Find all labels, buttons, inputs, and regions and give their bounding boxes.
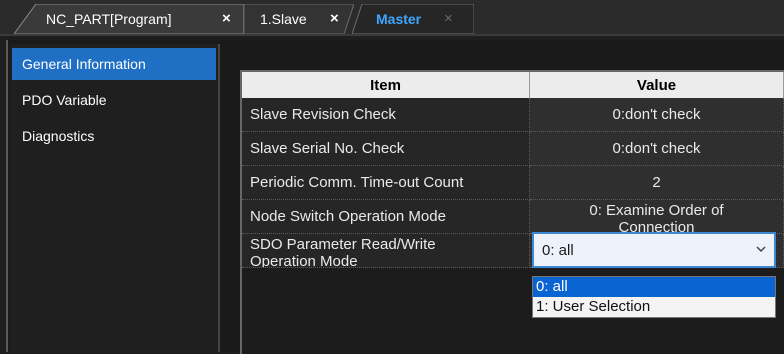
sidebar-item-label: Diagnostics (22, 128, 95, 144)
tab-master[interactable]: Master × (352, 4, 474, 34)
row-value-line: 0: Examine Order of (589, 202, 724, 219)
sidebar-item-label: General Information (22, 56, 146, 72)
tab-strip: NC_PART[Program] × 1.Slave × Master × (0, 0, 784, 36)
combo-dropdown-list: 0: all 1: User Selection (532, 276, 776, 318)
tab-label: Master (376, 11, 422, 27)
dropdown-option-user-selection[interactable]: 1: User Selection (533, 297, 775, 317)
row-item-line: SDO Parameter Read/Write (250, 236, 436, 253)
tab-label: NC_PART[Program] (46, 11, 172, 27)
grid-header: Item Value (242, 72, 784, 98)
tab-nc-part-program[interactable]: NC_PART[Program] × (14, 4, 244, 34)
close-icon[interactable]: × (222, 10, 231, 27)
tab-divider (0, 34, 784, 36)
sidebar: General Information PDO Variable Diagnos… (10, 44, 220, 352)
row-item-label: SDO Parameter Read/Write Operation Mode (242, 234, 530, 268)
row-item-line-clipped: Operation Mode (250, 253, 358, 268)
tab-1-slave[interactable]: 1.Slave × (244, 4, 354, 34)
sdo-parameter-combo[interactable]: 0: all (532, 232, 776, 268)
combo-selected-value: 0: all (542, 242, 574, 259)
row-item-label: Slave Serial No. Check (242, 132, 530, 166)
sidebar-item-label: PDO Variable (22, 92, 107, 108)
column-header-value: Value (530, 72, 784, 98)
close-icon[interactable]: × (444, 10, 453, 27)
table-row[interactable]: Slave Revision Check 0:don't check (242, 98, 784, 132)
table-row[interactable]: Periodic Comm. Time-out Count 2 (242, 166, 784, 200)
column-header-item: Item (242, 72, 530, 98)
sidebar-item-diagnostics[interactable]: Diagnostics (12, 120, 216, 152)
row-value[interactable]: 0:don't check (530, 98, 784, 132)
row-item-label: Slave Revision Check (242, 98, 530, 132)
row-value[interactable]: 0: Examine Order of Connection (530, 200, 784, 234)
row-value[interactable]: 0:don't check (530, 132, 784, 166)
chevron-down-icon[interactable] (754, 242, 768, 256)
table-row[interactable]: Slave Serial No. Check 0:don't check (242, 132, 784, 166)
sidebar-item-pdo-variable[interactable]: PDO Variable (12, 84, 216, 116)
sidebar-item-general-information[interactable]: General Information (12, 48, 216, 80)
row-item-label: Node Switch Operation Mode (242, 200, 530, 234)
close-icon[interactable]: × (330, 10, 339, 27)
dropdown-option-all[interactable]: 0: all (533, 277, 775, 297)
row-item-label: Periodic Comm. Time-out Count (242, 166, 530, 200)
tab-label: 1.Slave (260, 11, 307, 27)
row-value[interactable]: 2 (530, 166, 784, 200)
table-row[interactable]: Node Switch Operation Mode 0: Examine Or… (242, 200, 784, 234)
